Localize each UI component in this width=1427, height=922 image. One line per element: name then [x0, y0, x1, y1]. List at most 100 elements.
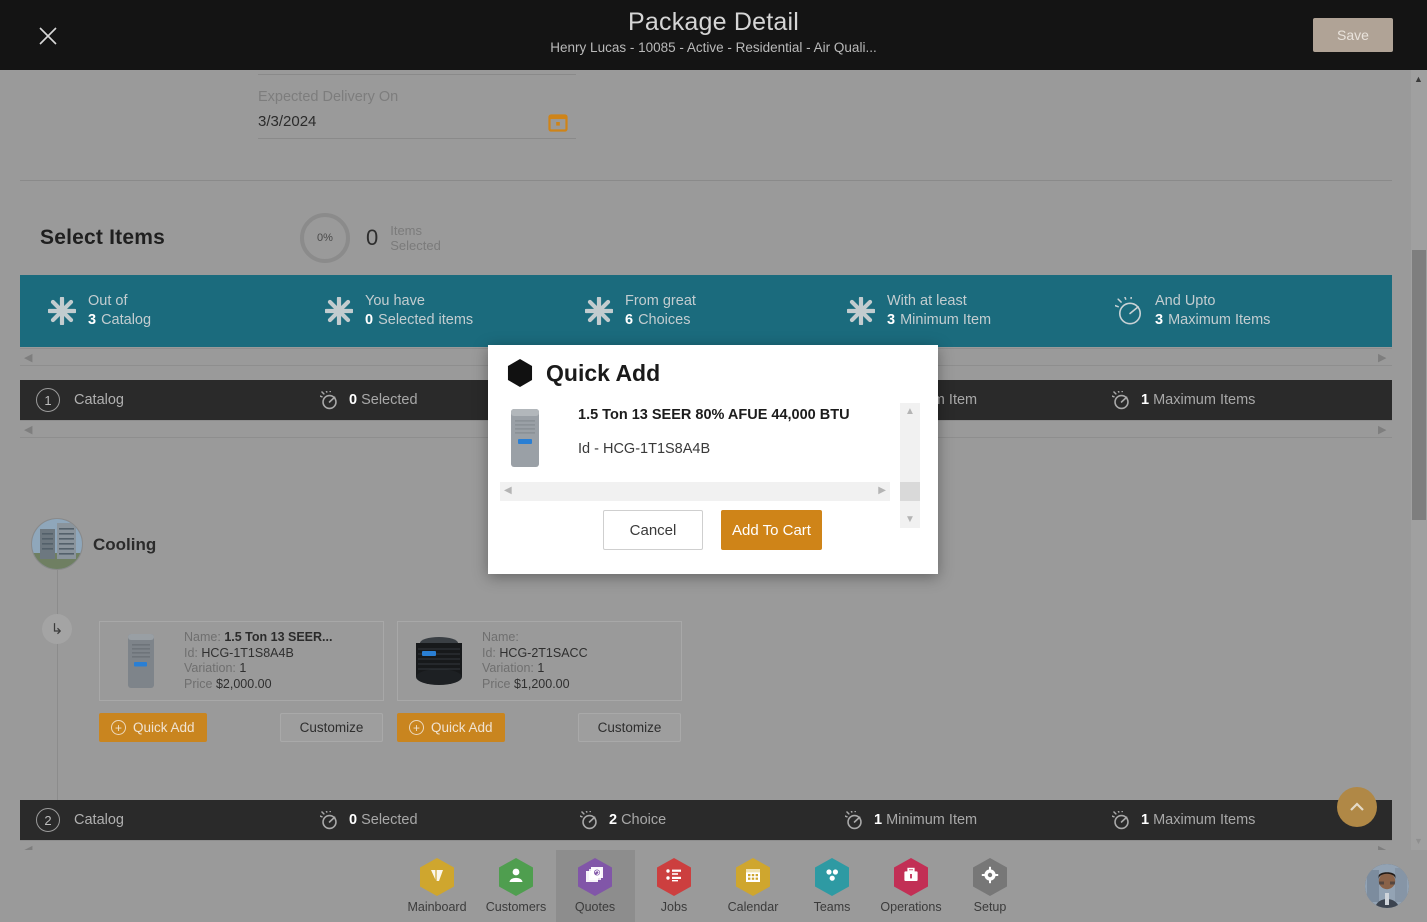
product-thumbnail [106, 626, 176, 696]
banner-stat-text: From great 6 Choices [625, 292, 696, 330]
product-id: Id - HCG-1T1S8A4B [578, 441, 711, 457]
customize-button[interactable]: Customize [578, 713, 681, 742]
banner-stat-text: You have 0 Selected items [365, 292, 473, 330]
quick-add-button[interactable]: + Quick Add [397, 713, 505, 742]
add-to-cart-button[interactable]: Add To Cart [721, 510, 822, 550]
nav-item-teams[interactable]: Teams [793, 850, 872, 922]
product-price-row: Price $1,200.00 [482, 676, 570, 691]
catalog-stat-minimum-item: 1Minimum Item [843, 807, 977, 830]
mainboard-icon [420, 858, 454, 896]
nav-item-calendar[interactable]: Calendar [714, 850, 793, 922]
plus-circle-icon: + [409, 720, 424, 735]
catalog-stat-choice: 2 Choice [578, 807, 667, 830]
page-vertical-scrollbar[interactable]: ▲ ▼ [1411, 70, 1427, 850]
product-name-row: Name: 1.5 Ton 13 SEER... [184, 630, 333, 644]
banner-stat-top: With at least [887, 293, 967, 309]
triangle-down-icon[interactable]: ▼ [1414, 836, 1423, 846]
banner-stat-top: And Upto [1155, 293, 1216, 309]
catalog-stat-selected: 0 Selected [318, 807, 418, 830]
scrollbar-corner [900, 482, 920, 501]
divider [258, 74, 576, 75]
teams-icon [815, 858, 849, 896]
page-subtitle: Henry Lucas - 10085 - Active - Residenti… [550, 40, 877, 55]
quick-add-button[interactable]: + Quick Add [99, 713, 207, 742]
triangle-up-icon[interactable]: ▲ [1414, 74, 1423, 84]
package-detail-screen: Package Detail Henry Lucas - 10085 - Act… [0, 0, 1427, 922]
select-items-title: Select Items [40, 226, 165, 249]
scrollbar-thumb[interactable] [1412, 250, 1426, 520]
nav-item-quotes[interactable]: Quotes [555, 850, 635, 922]
quick-add-dialog: Quick Add 1.5 Ton 13 SEER 80% AFUE 44,00… [488, 345, 938, 574]
nav-item-customers[interactable]: Customers [477, 850, 556, 922]
gauge-icon [1113, 293, 1143, 325]
catalog-stat-label: 1 Maximum Items [1141, 392, 1256, 408]
dialog-title: Quick Add [546, 359, 661, 386]
catalog-stat-label: 1 Maximum Items [1141, 812, 1256, 828]
product-name-row: Name: [482, 630, 519, 644]
catalog-row-number: 2 [36, 808, 60, 832]
banner-stat-top: You have [365, 293, 425, 309]
triangle-left-icon[interactable]: ◀ [24, 352, 34, 364]
banner-stat-bottom: 6 Choices [625, 312, 691, 328]
catalog-stat-label: 2 Choice [609, 812, 667, 828]
hexagon-logo-icon [507, 359, 533, 387]
catalog-stat-maximum-items: 1 Maximum Items [1110, 387, 1256, 410]
branch-arrow-icon: ↳ [42, 614, 72, 644]
calendar-icon[interactable] [548, 112, 568, 132]
operations-icon [894, 858, 928, 896]
catalog-stat-label: 0 Selected [349, 812, 418, 828]
banner-stat-bottom: 3 Minimum Item [887, 312, 992, 328]
dialog-horizontal-scrollbar[interactable]: ◀ ▶ [500, 482, 890, 501]
field-underline [258, 138, 576, 139]
gauge-icon [578, 807, 599, 830]
nav-item-label: Calendar [727, 900, 779, 914]
nav-item-label: Customers [485, 900, 547, 914]
triangle-down-icon[interactable]: ▼ [905, 514, 915, 525]
triangle-right-icon[interactable]: ▶ [878, 485, 886, 496]
nav-item-setup[interactable]: Setup [951, 850, 1030, 922]
product-info: Name: Id: HCG-2T1SACC Variation: 1 Price… [482, 630, 588, 692]
banner-stat-top: Out of [88, 293, 128, 309]
expected-delivery-field[interactable]: Expected Delivery On 3/3/2024 [258, 74, 576, 139]
nav-item-label: Quotes [574, 900, 616, 914]
expected-delivery-label: Expected Delivery On [258, 89, 399, 105]
nav-item-jobs[interactable]: Jobs [635, 850, 714, 922]
nav-item-mainboard[interactable]: Mainboard [398, 850, 477, 922]
section-divider [20, 180, 1392, 181]
triangle-up-icon[interactable]: ▲ [905, 406, 915, 417]
triangle-right-icon[interactable]: ▶ [1378, 352, 1388, 364]
catalog-row[interactable]: 2 Catalog 0 Selected 2 Choice 1 Minimum … [20, 800, 1392, 840]
nav-item-operations[interactable]: Operations [872, 850, 951, 922]
nav-item-label: Jobs [660, 900, 688, 914]
page-title: Package Detail [628, 8, 799, 36]
jobs-icon [657, 858, 691, 896]
product-card[interactable]: Name: 1.5 Ton 13 SEER... Id: HCG-1T1S8A4… [99, 621, 384, 701]
quick-add-label: Quick Add [133, 720, 195, 735]
quick-add-label: Quick Add [431, 720, 493, 735]
progress-ring: 0% [299, 213, 350, 263]
gauge-icon [1110, 387, 1131, 410]
gauge-icon [318, 807, 339, 830]
save-button[interactable]: Save [1313, 18, 1393, 52]
product-card[interactable]: Name: Id: HCG-2T1SACC Variation: 1 Price… [397, 621, 682, 701]
triangle-left-icon[interactable]: ◀ [24, 424, 34, 436]
catalog-stat-label: 0 Selected [349, 392, 418, 408]
quotes-icon [578, 858, 612, 896]
triangle-right-icon[interactable]: ▶ [1378, 424, 1388, 436]
calendar-icon [736, 858, 770, 896]
product-name: 1.5 Ton 13 SEER 80% AFUE 44,000 BTU [578, 407, 850, 423]
customize-button[interactable]: Customize [280, 713, 383, 742]
selected-count: 0 [365, 225, 379, 250]
cancel-button[interactable]: Cancel [603, 510, 703, 550]
catalog-stat-selected: 0 Selected [318, 387, 418, 410]
dialog-vertical-scrollbar[interactable]: ▲ ▼ [900, 403, 920, 528]
triangle-left-icon[interactable]: ◀ [504, 485, 512, 496]
scroll-to-top-button[interactable] [1337, 787, 1377, 827]
user-avatar[interactable] [1365, 864, 1409, 908]
gauge-icon [318, 387, 339, 410]
banner-stat-text: And Upto 3 Maximum Items [1155, 292, 1270, 330]
catalog-row-title: Catalog [74, 812, 124, 828]
nav-item-label: Operations [880, 900, 942, 914]
asterisk-icon [47, 296, 77, 326]
selected-label-line2: Selected [390, 238, 441, 253]
